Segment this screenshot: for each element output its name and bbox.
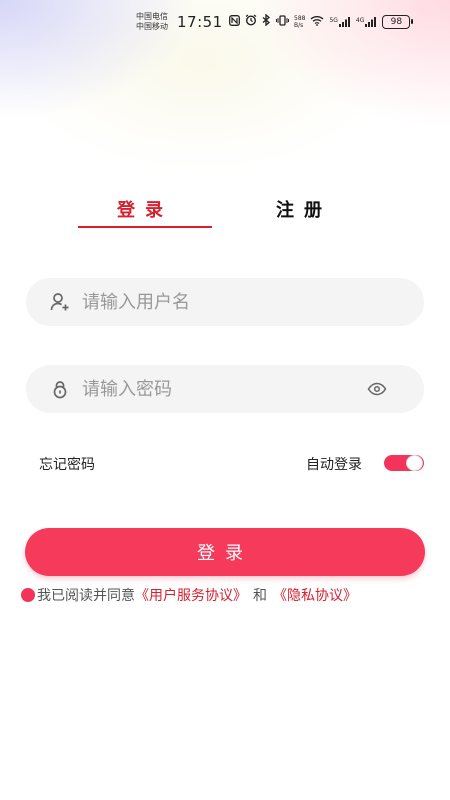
net-speed-value: 588 xyxy=(294,14,306,22)
login-options-row: 忘记密码 自动登录 xyxy=(0,452,450,474)
auth-tabs: 登录 注册 xyxy=(0,188,450,232)
tab-register[interactable]: 注册 xyxy=(276,196,332,222)
net-speed: 588 B/s xyxy=(294,15,305,29)
auto-login-toggle[interactable] xyxy=(384,455,424,471)
vibrate-icon xyxy=(276,14,289,29)
bluetooth-icon xyxy=(262,13,271,29)
nfc-icon xyxy=(229,14,240,29)
eye-icon[interactable] xyxy=(366,378,388,400)
signal-4g-icon: 4G xyxy=(355,16,377,27)
net-speed-unit: B/s xyxy=(294,21,304,29)
tab-login[interactable]: 登录 xyxy=(117,196,173,222)
lock-icon xyxy=(50,379,70,399)
toggle-knob xyxy=(406,455,423,471)
forgot-password-link[interactable]: 忘记密码 xyxy=(39,454,95,474)
carrier-info: 中国电信 中国移动 xyxy=(136,12,168,32)
alarm-icon xyxy=(245,14,257,29)
status-bar: 中国电信 中国移动 17:51 588 B/s 5G 4G 98 xyxy=(0,0,450,44)
carrier-1: 中国电信 xyxy=(136,12,168,21)
signal-5g-label: 5G xyxy=(329,16,338,24)
password-input[interactable] xyxy=(82,365,366,413)
agreement-and: 和 xyxy=(253,588,267,604)
agreement-checkbox[interactable] xyxy=(21,588,35,602)
active-tab-indicator xyxy=(78,226,212,228)
login-button[interactable]: 登录 xyxy=(25,528,425,576)
status-clock: 17:51 xyxy=(177,13,223,31)
status-icons: 588 B/s 5G 4G 98 xyxy=(229,13,414,29)
username-field[interactable] xyxy=(26,278,424,326)
privacy-agreement-link[interactable]: 《隐私协议》 xyxy=(273,585,357,605)
auto-login-label: 自动登录 xyxy=(306,457,362,473)
signal-5g-icon: 5G xyxy=(329,16,350,27)
wifi-icon xyxy=(310,15,324,29)
agreement-row: 我已阅读并同意 《用户服务协议》 和 《隐私协议》 xyxy=(21,585,441,605)
user-service-agreement-link[interactable]: 《用户服务协议》 xyxy=(135,585,247,605)
battery-icon: 98 xyxy=(382,14,414,29)
carrier-2: 中国移动 xyxy=(136,22,168,31)
signal-4g-label: 4G xyxy=(355,16,365,24)
agreement-prefix: 我已阅读并同意 xyxy=(37,588,135,604)
password-field[interactable] xyxy=(26,365,424,413)
battery-level: 98 xyxy=(390,16,403,27)
user-add-icon xyxy=(50,292,70,312)
username-input[interactable] xyxy=(82,278,424,326)
